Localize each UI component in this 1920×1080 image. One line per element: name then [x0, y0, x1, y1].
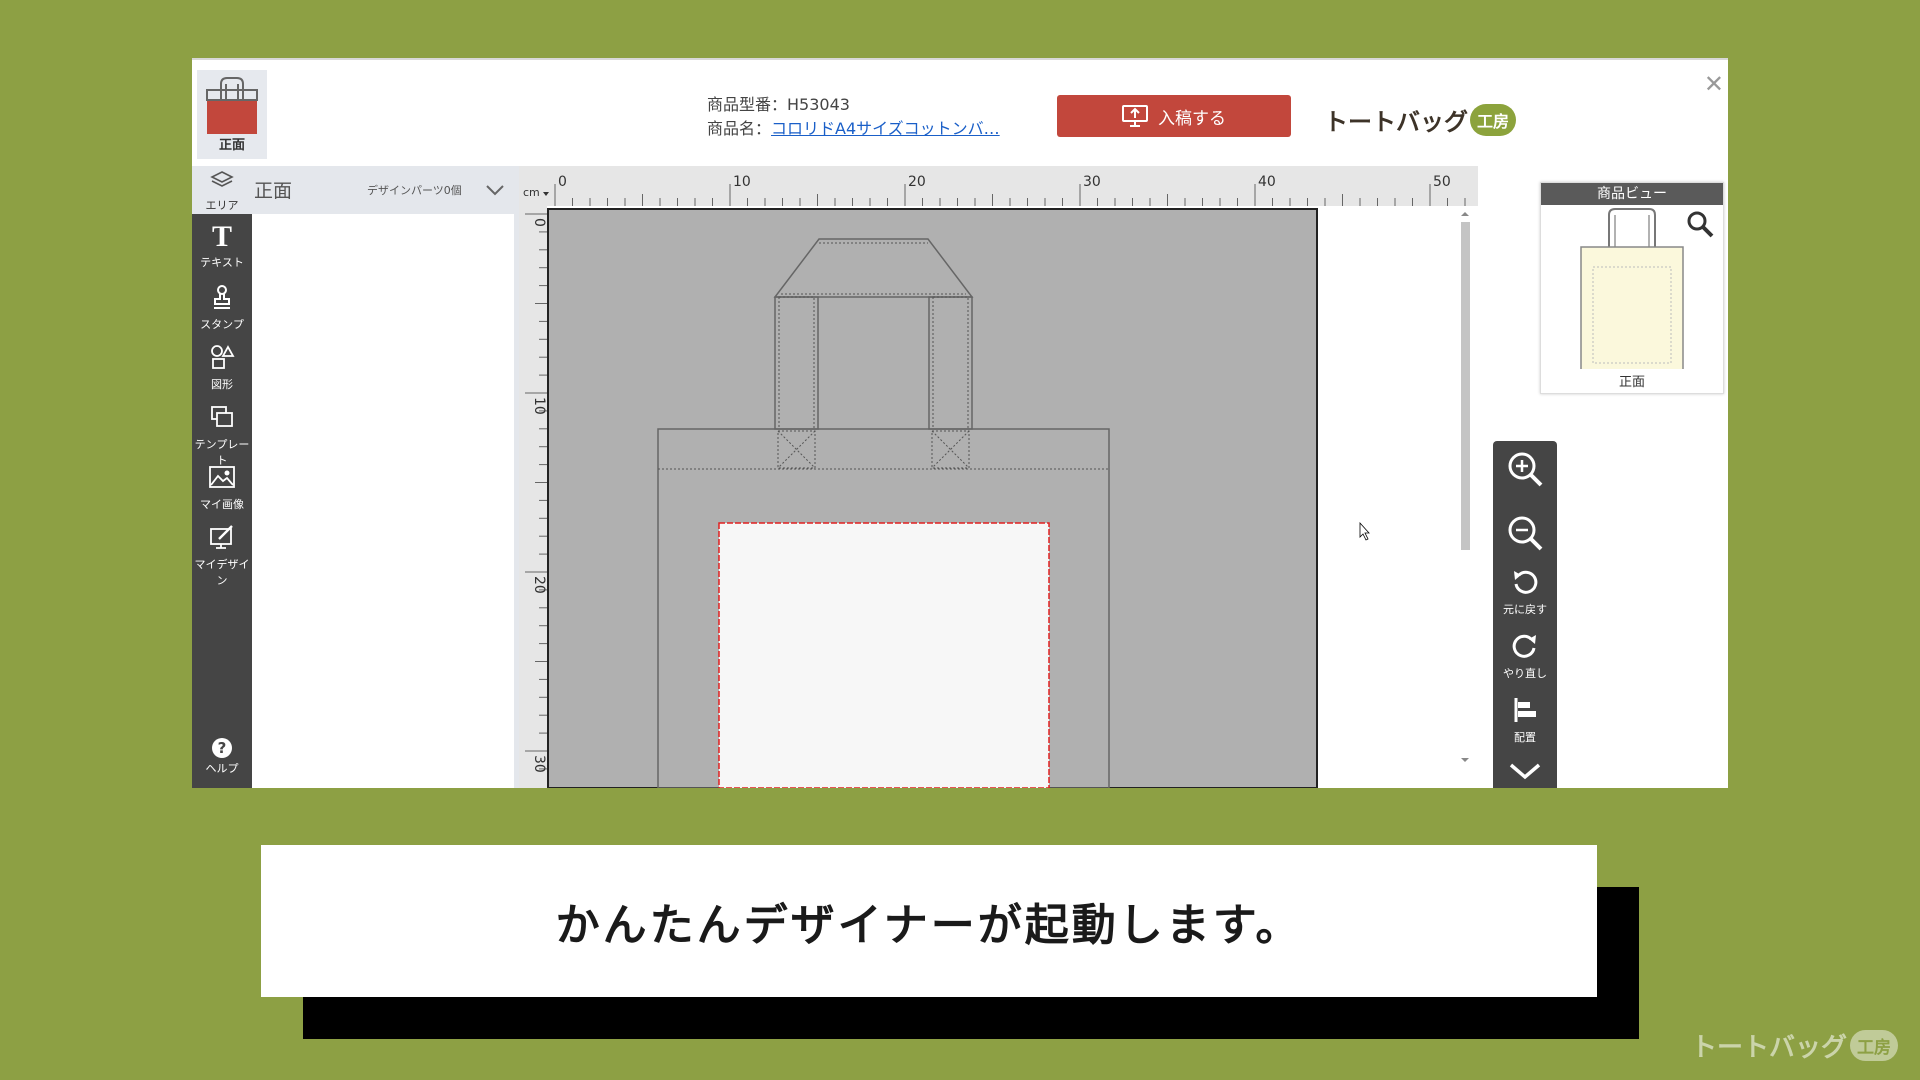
- help-icon: ?: [212, 738, 232, 758]
- stamp-icon: [214, 285, 230, 309]
- product-code-label: 商品型番：: [707, 95, 788, 114]
- zoom-in-button[interactable]: [1493, 449, 1557, 493]
- submit-button[interactable]: 入稿する: [1057, 95, 1291, 137]
- shapes-icon: [211, 345, 235, 369]
- redo-button[interactable]: やり直し: [1493, 631, 1557, 681]
- close-icon[interactable]: ✕: [1704, 70, 1724, 98]
- product-info: 商品型番：H53043 商品名：コロリドA4サイズコットンバ…: [707, 93, 1000, 141]
- product-name-link[interactable]: コロリドA4サイズコットンバ…: [771, 119, 1000, 138]
- v-ruler-label: 30: [531, 755, 547, 773]
- product-preview[interactable]: 商品ビュー 正面: [1540, 182, 1724, 394]
- h-ruler-label: 40: [1258, 174, 1276, 190]
- undo-icon: [1514, 570, 1538, 594]
- tool-label: スタンプ: [200, 318, 244, 331]
- view-tab-label: 正面: [218, 138, 245, 153]
- tool-my-design[interactable]: マイデザイン: [192, 524, 252, 588]
- chevron-down-icon: [1509, 763, 1541, 780]
- tool-template[interactable]: テンプレート: [192, 404, 252, 468]
- undo-button[interactable]: 元に戻す: [1493, 567, 1557, 617]
- brand-text: トートバッグ: [1324, 108, 1468, 136]
- area-button[interactable]: エリア: [192, 166, 252, 214]
- tool-label: マイデザイン: [194, 558, 250, 587]
- brand-badge: 工房: [1470, 103, 1517, 136]
- layers-icon: [210, 171, 234, 187]
- preview-title: 商品ビュー: [1541, 183, 1723, 205]
- search-icon[interactable]: [1685, 209, 1715, 239]
- tool-text[interactable]: T テキスト: [192, 222, 252, 270]
- align-button[interactable]: 配置: [1493, 695, 1557, 745]
- h-ruler-label: 0: [558, 174, 567, 190]
- brand-logo: トートバッグ 工房: [1324, 102, 1517, 137]
- horizontal-ruler: [519, 166, 1478, 206]
- area-selector[interactable]: 正面 デザインパーツ0個: [252, 166, 514, 214]
- product-code: H53043: [787, 95, 850, 114]
- watermark-badge: 工房: [1850, 1030, 1898, 1061]
- area-name: 正面: [254, 180, 293, 202]
- align-label: 配置: [1514, 731, 1536, 744]
- preview-caption: 正面: [1618, 375, 1645, 390]
- redo-label: やり直し: [1503, 667, 1547, 680]
- zoom-controls: 元に戻す やり直し 配置: [1493, 441, 1557, 788]
- h-ruler-label: 10: [733, 174, 751, 190]
- submit-label: 入稿する: [1158, 108, 1226, 129]
- area-icon-label: エリア: [205, 199, 239, 212]
- monitor-upload-icon: [1122, 105, 1148, 127]
- align-icon: [1514, 698, 1536, 722]
- tool-my-image[interactable]: マイ画像: [192, 464, 252, 512]
- h-ruler-label: 20: [908, 174, 926, 190]
- undo-label: 元に戻す: [1503, 603, 1547, 616]
- zoom-out-icon: [1508, 516, 1543, 551]
- caption-box: かんたんデザイナーが起動します。: [261, 845, 1597, 997]
- v-ruler-label: 20: [531, 576, 547, 594]
- help-button[interactable]: ? ヘルプ: [192, 738, 252, 776]
- print-area: [718, 522, 1050, 788]
- watermark-logo: トートバッグ 工房: [1691, 1027, 1898, 1064]
- text-icon: T: [211, 220, 232, 253]
- tool-label: テキスト: [200, 256, 244, 269]
- product-name-label: 商品名：: [707, 119, 772, 138]
- template-icon: [211, 406, 233, 427]
- tool-label: 図形: [211, 378, 233, 391]
- tool-sidebar: エリア T テキスト スタンプ 図形 テンプレート マイ画像 マイデザイン ? …: [192, 166, 252, 788]
- view-tab-front[interactable]: 正面: [197, 70, 267, 159]
- chevron-down-icon: [486, 185, 504, 196]
- scrollbar-thumb: [1461, 222, 1470, 550]
- help-label: ヘルプ: [205, 762, 239, 775]
- zoom-out-button[interactable]: [1493, 513, 1557, 557]
- h-ruler-label: 30: [1083, 174, 1101, 190]
- tool-shapes[interactable]: 図形: [192, 344, 252, 392]
- redo-icon: [1512, 634, 1536, 658]
- mydesign-icon: [210, 525, 233, 549]
- designer-window: 正面 商品型番：H53043 商品名：コロリドA4サイズコットンバ… 入稿する …: [192, 58, 1728, 788]
- v-ruler-label: 10: [531, 397, 547, 415]
- ruler-unit: cm: [523, 186, 540, 199]
- v-ruler-label: 0: [531, 218, 547, 227]
- expand-toolbar-button[interactable]: [1493, 759, 1557, 787]
- zoom-in-icon: [1508, 452, 1543, 487]
- tool-label: マイ画像: [200, 498, 244, 511]
- tool-stamp[interactable]: スタンプ: [192, 284, 252, 332]
- vertical-ruler: [519, 206, 547, 788]
- caption-text: かんたんデザイナーが起動します。: [555, 900, 1303, 951]
- vertical-scrollbar[interactable]: [1458, 208, 1472, 768]
- watermark-text: トートバッグ: [1690, 1033, 1847, 1063]
- design-parts-count: デザインパーツ0個: [367, 184, 462, 197]
- tote-bag-icon: [206, 77, 258, 134]
- h-ruler-label: 50: [1433, 174, 1451, 190]
- image-icon: [209, 466, 235, 488]
